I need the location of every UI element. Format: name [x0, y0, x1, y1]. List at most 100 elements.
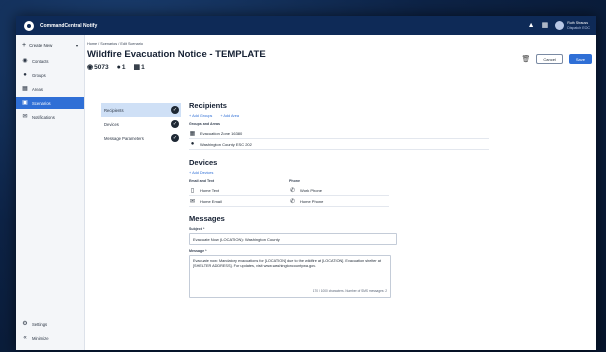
add-groups-link[interactable]: + Add Groups: [189, 114, 212, 118]
bell-icon[interactable]: ▲: [528, 22, 535, 29]
list-item[interactable]: ● Washington County ESC 202: [189, 139, 489, 150]
plus-icon: +: [22, 42, 27, 49]
sidebar-item-settings[interactable]: ⚙ Settings: [16, 318, 84, 330]
check-icon: ✓: [171, 134, 179, 142]
sidebar-bottom: ⚙ Settings « Minimize: [16, 318, 84, 346]
page-title: Wildfire Evacuation Notice - TEMPLATE: [87, 49, 266, 60]
device-item[interactable]: ▯ Home Text: [189, 185, 289, 196]
section-tabs: Recipients ✓ Devices ✓ Message Parameter…: [101, 103, 181, 145]
device-label: Work Phone: [300, 187, 322, 193]
user-menu[interactable]: Ruth Strauss Dispatch EOC: [555, 21, 590, 30]
device-item[interactable]: ✆ Work Phone: [289, 185, 389, 196]
breadcrumb[interactable]: Home / Scenarios / Edit Scenario: [87, 42, 143, 46]
phone-label: Phone: [289, 179, 300, 183]
stat-contacts: ◉5073: [87, 63, 109, 71]
create-new-label: Create New: [29, 43, 53, 48]
gear-icon: ⚙: [22, 321, 28, 327]
subject-input[interactable]: Evacuate Now (LOCATION): Washington Coun…: [189, 233, 397, 245]
check-icon: ✓: [171, 106, 179, 114]
app-name: CommandCentral Notify: [40, 22, 98, 29]
notifications-icon: ✉: [22, 114, 28, 120]
groups-icon: ●: [23, 72, 27, 78]
recipients-actions: + Add Groups + Add Area: [189, 114, 489, 118]
collapse-icon: «: [23, 335, 27, 341]
email-text-label: Email and Text: [189, 179, 215, 183]
sidebar-item-groups[interactable]: ● Groups: [16, 69, 84, 81]
phone-icon: ✆: [289, 198, 296, 205]
tab-label: Message Parameters: [104, 135, 144, 141]
sidebar-item-contacts[interactable]: ◉ Contacts: [16, 55, 84, 67]
message-textarea[interactable]: Evacuate now: Mandatory evacuations for …: [189, 255, 391, 298]
user-info: Ruth Strauss Dispatch EOC: [567, 21, 590, 30]
top-bar: CommandCentral Notify ▲ ▦ Ruth Strauss D…: [16, 16, 596, 35]
add-area-link[interactable]: + Add Area: [220, 114, 239, 118]
cancel-button[interactable]: Cancel: [536, 54, 563, 64]
devices-actions: + Add Devices: [189, 171, 489, 175]
areas-icon: ▦: [22, 86, 28, 92]
sidebar-item-label: Settings: [32, 321, 48, 327]
messages-title: Messages: [189, 214, 225, 223]
device-label: Home Phone: [300, 198, 324, 204]
message-text: Evacuate now: Mandatory evacuations for …: [193, 259, 381, 268]
grid-icon[interactable]: ▦: [542, 22, 549, 29]
list-item[interactable]: ▦ Evacuation Zone 16380: [189, 128, 489, 139]
sidebar: + Create New ▾ ◉ Contacts ● Groups ▦ Are…: [16, 35, 85, 350]
sidebar-item-label: Areas: [32, 86, 43, 92]
app-window: CommandCentral Notify ▲ ▦ Ruth Strauss D…: [16, 16, 596, 350]
areas-icon: ▦: [133, 64, 141, 71]
phone-column: Phone ✆ Work Phone ✆ Home Phone: [289, 179, 389, 207]
save-button[interactable]: Save: [568, 54, 592, 64]
list-item-label: Evacuation Zone 16380: [200, 130, 243, 136]
scenario-stats: ◉5073 ●1 ▦1: [87, 63, 145, 72]
avatar: [555, 21, 565, 30]
scenarios-icon: ▣: [22, 100, 28, 106]
scenario-form: Recipients + Add Groups + Add Area Group…: [189, 101, 489, 298]
sidebar-item-label: Notifications: [32, 114, 55, 120]
contacts-icon: ◉: [22, 58, 28, 64]
stat-areas-value: 1: [141, 64, 145, 71]
email-text-column: Email and Text ▯ Home Text ✉ Home Email: [189, 179, 289, 207]
main-content: Home / Scenarios / Edit Scenario Wildfir…: [85, 35, 596, 350]
sidebar-item-label: Scenarios: [32, 100, 51, 106]
stat-areas: ▦1: [133, 63, 144, 71]
groups-icon: ●: [116, 63, 121, 71]
tab-message-parameters[interactable]: Message Parameters ✓: [101, 131, 181, 145]
tab-recipients[interactable]: Recipients ✓: [101, 103, 181, 117]
groups-areas-label: Groups and Areas: [189, 122, 221, 126]
recipients-title: Recipients: [189, 101, 227, 110]
check-icon: ✓: [171, 120, 179, 128]
device-item[interactable]: ✆ Home Phone: [289, 196, 389, 207]
trash-icon[interactable]: 🗑: [522, 55, 531, 63]
stat-groups: ●1: [117, 64, 126, 71]
device-label: Home Text: [200, 187, 220, 193]
phone-icon: ✆: [289, 187, 296, 194]
mobile-icon: ▯: [190, 187, 195, 194]
top-bar-right: ▲ ▦ Ruth Strauss Dispatch EOC: [528, 19, 590, 32]
device-item[interactable]: ✉ Home Email: [189, 196, 289, 207]
sidebar-item-label: Contacts: [32, 58, 49, 64]
sidebar-item-areas[interactable]: ▦ Areas: [16, 83, 84, 95]
sidebar-item-minimize[interactable]: « Minimize: [16, 332, 84, 344]
device-label: Home Email: [200, 198, 222, 204]
user-org: Dispatch EOC: [567, 25, 590, 30]
sidebar-item-label: Groups: [32, 72, 46, 78]
user-name: Ruth Strauss: [567, 21, 588, 25]
tab-devices[interactable]: Devices ✓: [101, 117, 181, 131]
create-new-button[interactable]: + Create New ▾: [22, 42, 78, 49]
group-icon: ●: [190, 141, 195, 147]
contacts-icon: ◉: [87, 64, 94, 71]
tab-label: Devices: [104, 121, 119, 127]
sidebar-item-scenarios[interactable]: ▣ Scenarios: [16, 97, 84, 109]
chevron-down-icon: ▾: [75, 43, 78, 48]
message-label: Message *: [189, 249, 207, 253]
add-devices-link[interactable]: + Add Devices: [189, 171, 213, 175]
tab-label: Recipients: [104, 107, 124, 113]
sidebar-item-label: Minimize: [32, 335, 49, 341]
devices-title: Devices: [189, 158, 218, 167]
app-logo-icon: [24, 20, 34, 31]
subject-label: Subject *: [189, 227, 205, 231]
stat-groups-value: 1: [121, 63, 126, 71]
area-icon: ▦: [189, 130, 196, 137]
list-item-label: Washington County ESC 202: [200, 141, 252, 147]
sidebar-item-notifications[interactable]: ✉ Notifications: [16, 111, 84, 123]
